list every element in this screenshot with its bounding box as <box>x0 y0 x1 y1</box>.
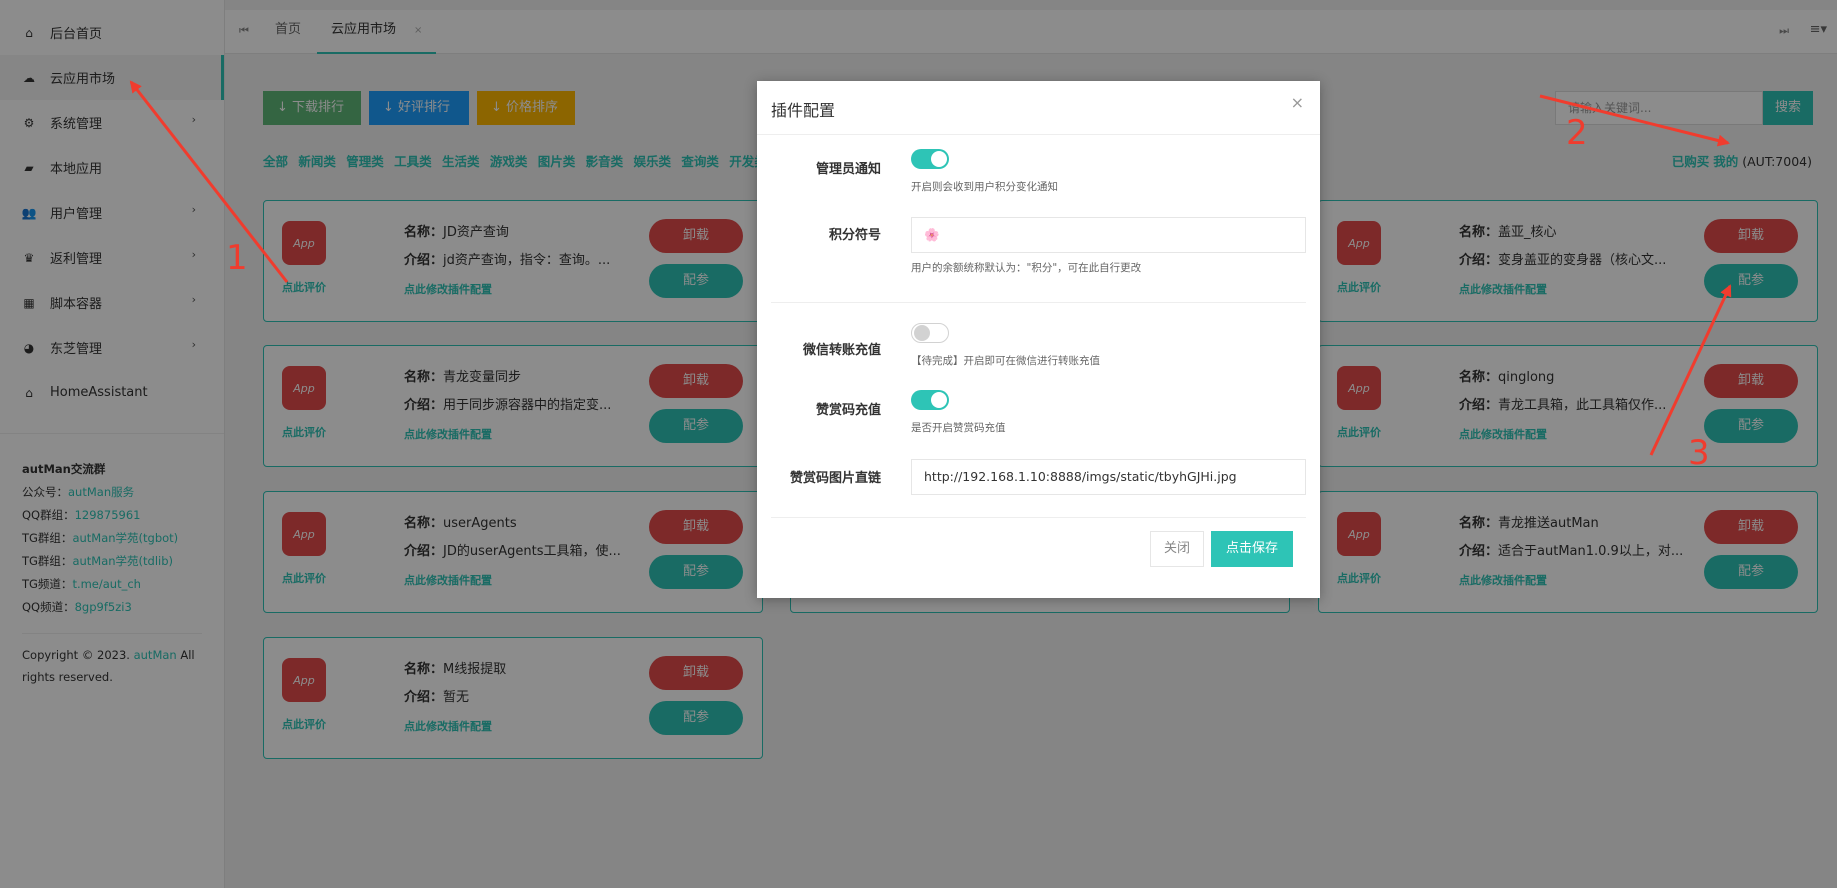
toggle-knob <box>931 151 947 167</box>
annotation-label-3: 3 <box>1688 433 1710 473</box>
close-button[interactable]: 关闭 <box>1150 531 1204 567</box>
wechat-recharge-toggle[interactable] <box>911 323 949 343</box>
reward-code-label: 赞赏码充值 <box>815 403 881 418</box>
annotation-label-1: 1 <box>226 238 248 278</box>
admin-notify-label: 管理员通知 <box>815 162 881 177</box>
points-symbol-input[interactable]: 🌸 <box>911 217 1306 253</box>
admin-notify-toggle[interactable] <box>911 149 949 169</box>
reward-image-label: 赞赏码图片直链 <box>789 471 881 486</box>
annotation-label-2: 2 <box>1566 113 1588 153</box>
wechat-recharge-hint: 【待完成】开启即可在微信进行转账充值 <box>911 355 1100 367</box>
toggle-knob <box>931 392 947 408</box>
toggle-knob <box>914 325 930 341</box>
plugin-config-dialog: 插件配置 × 管理员通知 开启则会收到用户积分变化通知 积分符号 🌸 用户的余额… <box>757 81 1320 598</box>
reward-image-url-input[interactable]: http://192.168.1.10:8888/imgs/static/tby… <box>911 459 1306 495</box>
points-symbol-hint: 用户的余额统称默认为："积分"，可在此自行更改 <box>911 262 1142 274</box>
reward-code-hint: 是否开启赞赏码充值 <box>911 422 1006 434</box>
dialog-title: 插件配置 <box>771 101 836 120</box>
divider <box>757 134 1320 135</box>
divider <box>771 302 1306 303</box>
points-symbol-label: 积分符号 <box>828 228 881 243</box>
admin-notify-hint: 开启则会收到用户积分变化通知 <box>911 181 1058 193</box>
wechat-recharge-label: 微信转账充值 <box>802 343 881 358</box>
save-button[interactable]: 点击保存 <box>1211 531 1293 567</box>
close-icon[interactable]: × <box>1291 93 1304 112</box>
reward-code-toggle[interactable] <box>911 390 949 410</box>
divider <box>771 517 1306 518</box>
